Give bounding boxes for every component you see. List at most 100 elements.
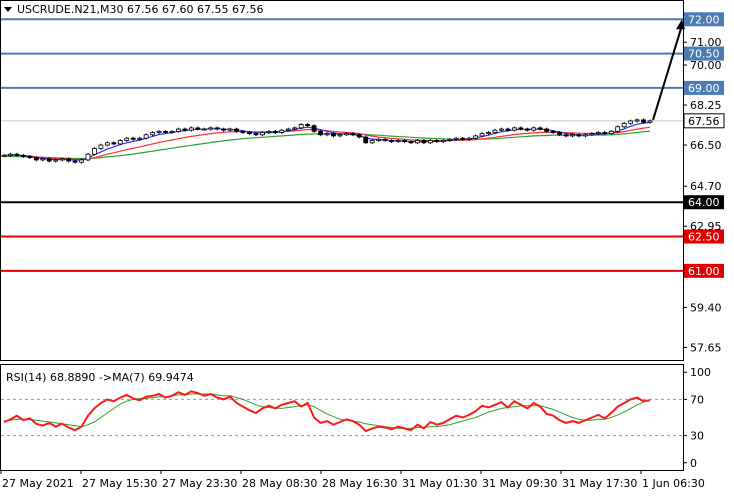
candle-body <box>389 140 395 143</box>
candle-body <box>466 137 472 140</box>
level-label-64.00: 64.00 <box>688 196 720 209</box>
candle-body <box>150 132 155 136</box>
candle-body <box>279 129 285 133</box>
candle-body <box>214 127 220 130</box>
candle-body <box>143 134 149 139</box>
triangle-down-icon[interactable] <box>4 7 12 12</box>
candle-body <box>111 142 117 145</box>
candle-body <box>247 132 252 135</box>
candle-body <box>1 154 7 157</box>
candle-body <box>79 159 84 163</box>
candle-body <box>46 158 52 162</box>
candle-body <box>305 124 311 127</box>
candle-body <box>201 128 207 131</box>
candle-body <box>608 130 614 135</box>
candle-body <box>350 133 356 136</box>
candle-body <box>421 140 427 144</box>
candle-body <box>376 138 382 141</box>
candle-body <box>92 148 97 155</box>
candle-body <box>324 133 330 136</box>
candle-body <box>447 138 453 141</box>
candle-body <box>595 132 601 135</box>
candle-body <box>647 120 653 123</box>
candle-body <box>473 135 478 139</box>
level-label-69.00: 69.00 <box>688 82 720 95</box>
price-axis-label: 68.25 <box>690 99 722 112</box>
candle-body <box>634 119 640 122</box>
candle-body <box>395 140 401 143</box>
candle-body <box>434 140 440 143</box>
candle-body <box>272 130 278 133</box>
candle-body <box>402 140 407 143</box>
level-label-72.00: 72.00 <box>688 13 720 26</box>
rsi-axis-label: 70 <box>690 393 704 406</box>
candle-body <box>505 128 511 131</box>
chart-canvas[interactable]: 72.0070.5069.0064.0062.5061.0067.56 71.0… <box>0 0 734 499</box>
rsi-axis-label: 0 <box>690 457 697 470</box>
candle-body <box>40 158 46 161</box>
ma-fast-line <box>3 121 651 161</box>
candle-body <box>570 134 575 137</box>
candle-body <box>292 127 298 130</box>
price-axis-label: 70.00 <box>690 59 722 72</box>
candle-body <box>408 141 414 144</box>
candle-body <box>285 128 291 131</box>
time-axis-label: 28 May 08:30 <box>242 477 317 490</box>
candle-body <box>20 154 26 157</box>
candle-body <box>589 133 595 136</box>
time-axis-label: 31 May 01:30 <box>402 477 477 490</box>
rsi-axis-label: 100 <box>690 366 711 379</box>
candle-body <box>583 134 588 137</box>
candle-body <box>27 156 33 159</box>
target-arrow <box>652 19 685 121</box>
candle-body <box>544 128 550 132</box>
candle-body <box>8 153 13 156</box>
candle-body <box>537 127 543 130</box>
candle-body <box>486 132 491 135</box>
time-axis-label: 1 Jun 06:30 <box>642 477 705 490</box>
level-label-61.00: 61.00 <box>688 265 720 278</box>
candle-body <box>137 137 143 140</box>
candle-body <box>628 120 634 124</box>
price-axis-label: 59.40 <box>690 301 722 314</box>
candle-body <box>188 127 194 131</box>
rsi-header: RSI(14) 68.8890 ->MA(7) 69.9474 <box>6 371 194 384</box>
candle-body <box>156 130 162 133</box>
time-axis-label: 28 May 16:30 <box>322 477 397 490</box>
candle-body <box>356 134 362 138</box>
candle-body <box>343 133 349 136</box>
candle-body <box>615 126 621 132</box>
candle-body <box>331 133 336 137</box>
candle-body <box>169 130 175 133</box>
candle-body <box>479 133 485 137</box>
candle-body <box>130 137 136 140</box>
candle-body <box>59 158 65 161</box>
candle-body <box>298 124 304 129</box>
candle-body <box>176 128 181 132</box>
arrow-shaft <box>652 24 683 121</box>
candle-body <box>337 134 343 137</box>
candle-body <box>363 136 369 144</box>
candle-body <box>492 129 498 133</box>
current-price-label: 67.56 <box>688 115 720 128</box>
candle-body <box>415 140 420 144</box>
rsi-line <box>3 390 651 433</box>
candle-body <box>621 122 627 128</box>
candle-body <box>576 134 582 137</box>
price-axis-label: 57.65 <box>690 341 722 354</box>
candle-body <box>266 130 272 133</box>
candle-body <box>460 137 466 140</box>
price-axis-label: 71.00 <box>690 36 722 49</box>
candle-body <box>227 128 233 131</box>
candle-body <box>524 128 530 131</box>
candle-body <box>531 127 537 131</box>
candle-body <box>259 132 265 136</box>
price-axis-label: 62.95 <box>690 220 722 233</box>
candle-body <box>182 128 188 131</box>
candle-body <box>427 140 433 144</box>
candle-body <box>563 134 569 137</box>
candle-body <box>104 142 110 146</box>
candle-body <box>550 130 556 133</box>
time-axis: 27 May 2021 27 May 15:30 27 May 23:30 28 Ma… <box>0 470 705 490</box>
candle-body <box>234 128 239 132</box>
